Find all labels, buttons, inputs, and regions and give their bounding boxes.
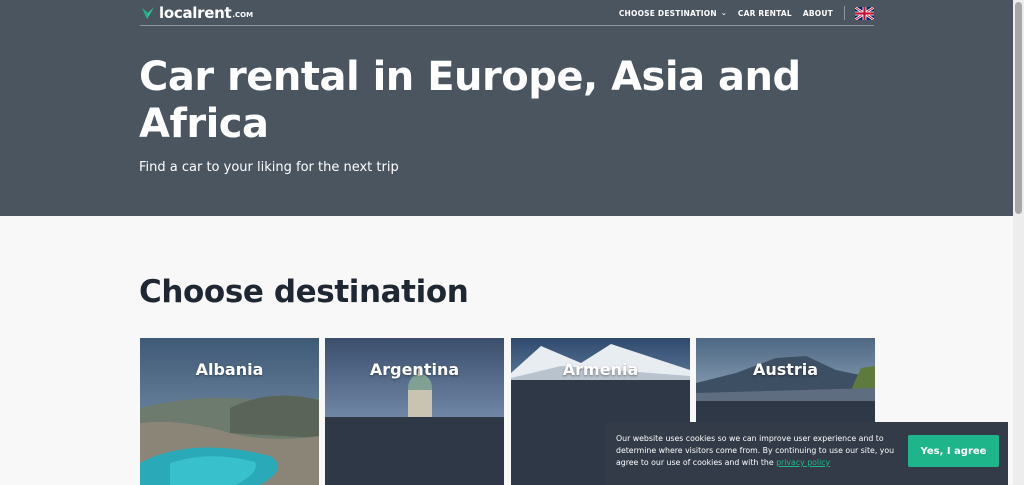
destination-card-argentina[interactable]: Argentina (325, 338, 504, 485)
logo-leaf-icon (142, 7, 154, 19)
top-navigation: localrent .COM CHOOSE DESTINATION ⌄ CAR … (140, 0, 874, 26)
destination-card-albania[interactable]: Albania (140, 338, 319, 485)
hero-subtitle: Find a car to your liking for the next t… (139, 160, 399, 175)
destination-label: Austria (752, 360, 819, 379)
destination-label: Armenia (562, 360, 639, 379)
cookie-message: Our website uses cookies so we can impro… (616, 433, 896, 469)
nav-choose-destination-label: CHOOSE DESTINATION (618, 8, 717, 18)
scrollbar-thumb[interactable] (1015, 2, 1022, 214)
hero-section: localrent .COM CHOOSE DESTINATION ⌄ CAR … (0, 0, 1013, 216)
logo-suffix: .COM (232, 11, 254, 19)
cookie-text: Our website uses cookies so we can impro… (616, 434, 895, 467)
privacy-policy-link[interactable]: privacy policy (776, 458, 830, 467)
nav-choose-destination[interactable]: CHOOSE DESTINATION ⌄ (619, 9, 727, 18)
nav-car-rental[interactable]: CAR RENTAL (738, 9, 792, 18)
uk-flag-icon[interactable] (855, 6, 874, 20)
nav-about[interactable]: ABOUT (803, 9, 833, 18)
page-scrollbar[interactable] (1013, 0, 1024, 485)
logo-text: localrent (159, 4, 232, 22)
destination-label: Argentina (369, 360, 460, 379)
logo[interactable]: localrent .COM (140, 4, 253, 22)
page-title: Car rental in Europe, Asia and Africa (139, 54, 801, 147)
nav-divider (844, 6, 845, 20)
accept-cookies-button[interactable]: Yes, I agree (908, 435, 999, 467)
cookie-banner: Our website uses cookies so we can impro… (606, 422, 1008, 485)
chevron-down-icon: ⌄ (720, 9, 727, 17)
main-nav: CHOOSE DESTINATION ⌄ CAR RENTAL ABOUT (619, 6, 874, 20)
destination-label: Albania (195, 360, 264, 379)
section-heading: Choose destination (139, 274, 469, 310)
